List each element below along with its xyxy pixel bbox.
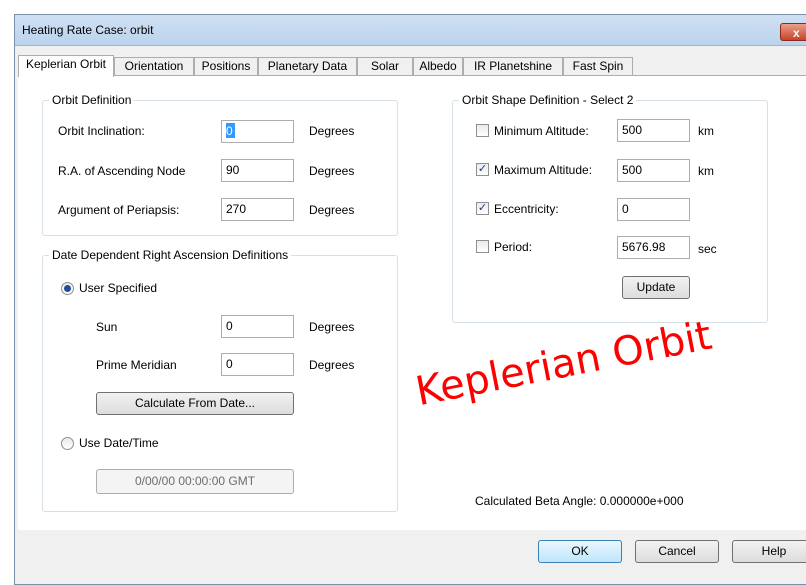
- min-altitude-unit: km: [698, 124, 714, 138]
- inclination-unit: Degrees: [309, 124, 355, 138]
- use-datetime-radio[interactable]: [61, 437, 74, 450]
- prime-meridian-unit: Degrees: [309, 358, 355, 372]
- raan-label: R.A. of Ascending Node: [58, 164, 186, 178]
- max-altitude-unit: km: [698, 164, 714, 178]
- prime-meridian-label: Prime Meridian: [96, 358, 177, 372]
- sun-input[interactable]: 0: [221, 315, 294, 338]
- periapsis-unit: Degrees: [309, 203, 355, 217]
- min-altitude-input[interactable]: 500: [617, 119, 690, 142]
- user-specified-radio[interactable]: [61, 282, 74, 295]
- eccentricity-input[interactable]: 0: [617, 198, 690, 221]
- tab-label: Orientation: [124, 59, 184, 73]
- inclination-input[interactable]: 0: [221, 120, 294, 143]
- periapsis-input[interactable]: 270: [221, 198, 294, 221]
- help-button[interactable]: Help: [732, 540, 806, 563]
- group-title: Date Dependent Right Ascension Definitio…: [49, 248, 292, 262]
- periapsis-label: Argument of Periapsis:: [58, 203, 180, 217]
- use-datetime-label: Use Date/Time: [79, 436, 159, 450]
- tab-label: Planetary Data: [267, 59, 348, 73]
- period-label: Period:: [494, 240, 533, 254]
- group-title: Orbit Definition: [49, 93, 135, 107]
- calculate-from-date-button[interactable]: Calculate From Date...: [96, 392, 294, 415]
- min-altitude-label: Minimum Altitude:: [494, 124, 589, 138]
- tab-solar[interactable]: Solar: [357, 57, 413, 76]
- period-input[interactable]: 5676.98: [617, 236, 690, 259]
- close-button[interactable]: x: [780, 23, 806, 41]
- raan-input[interactable]: 90: [221, 159, 294, 182]
- period-unit: sec: [698, 242, 717, 256]
- sun-label: Sun: [96, 320, 118, 334]
- tab-ir-planetshine[interactable]: IR Planetshine: [463, 57, 563, 76]
- max-altitude-checkbox[interactable]: ✓: [476, 163, 489, 176]
- tab-planetary-data[interactable]: Planetary Data: [258, 57, 357, 76]
- tab-label: Positions: [201, 59, 251, 73]
- tab-label: Albedo: [419, 59, 457, 73]
- tab-positions[interactable]: Positions: [194, 57, 258, 76]
- beta-angle-readout: Calculated Beta Angle: 0.000000e+000: [475, 494, 684, 508]
- inclination-label: Orbit Inclination:: [58, 124, 145, 138]
- group-title: Orbit Shape Definition - Select 2: [459, 93, 637, 107]
- tab-label: Fast Spin: [572, 59, 624, 73]
- tab-albedo[interactable]: Albedo: [413, 57, 463, 76]
- tab-keplerian-orbit[interactable]: Keplerian Orbit: [18, 55, 114, 77]
- max-altitude-label: Maximum Altitude:: [494, 163, 593, 177]
- tab-label: Solar: [370, 59, 399, 73]
- update-button[interactable]: Update: [622, 276, 690, 299]
- tab-label: IR Planetshine: [473, 59, 553, 73]
- eccentricity-label: Eccentricity:: [494, 202, 559, 216]
- period-checkbox[interactable]: [476, 240, 489, 253]
- tab-label: Keplerian Orbit: [25, 57, 107, 71]
- min-altitude-checkbox[interactable]: [476, 124, 489, 137]
- max-altitude-input[interactable]: 500: [617, 159, 690, 182]
- prime-meridian-input[interactable]: 0: [221, 353, 294, 376]
- cancel-button[interactable]: Cancel: [635, 540, 719, 563]
- ok-button[interactable]: OK: [538, 540, 622, 563]
- tab-orientation[interactable]: Orientation: [114, 57, 194, 76]
- title-bar[interactable]: Heating Rate Case: orbit x: [15, 15, 806, 46]
- raan-unit: Degrees: [309, 164, 355, 178]
- datetime-field: 0/00/00 00:00:00 GMT: [96, 469, 294, 494]
- eccentricity-checkbox[interactable]: ✓: [476, 202, 489, 215]
- sun-unit: Degrees: [309, 320, 355, 334]
- tab-fast-spin[interactable]: Fast Spin: [563, 57, 633, 76]
- window-title: Heating Rate Case: orbit: [22, 23, 154, 37]
- user-specified-label: User Specified: [79, 281, 158, 295]
